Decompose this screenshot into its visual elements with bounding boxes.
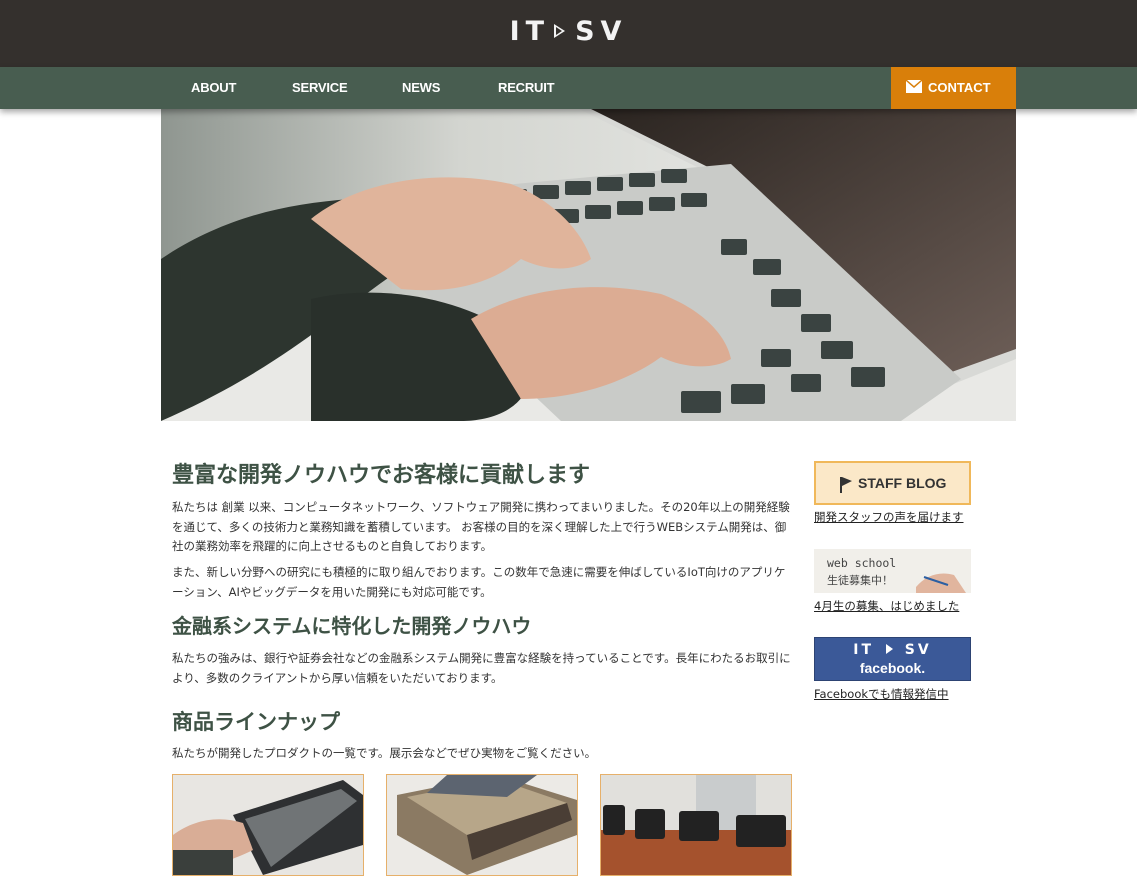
school-line2: 生徒募集中！ [827, 574, 893, 587]
hand-writing-icon [916, 573, 966, 593]
logo-text-right: SV [575, 16, 628, 47]
staff-blog-banner[interactable]: STAFF BLOG [814, 461, 971, 505]
para-research: また、新しい分野への研究にも積極的に取り組んでおります。この数年で急速に需要を伸… [172, 565, 786, 599]
contact-label: CONTACT [928, 80, 991, 95]
books-photo [387, 775, 577, 875]
hero-image [161, 109, 1016, 421]
nav-recruit[interactable]: RECRUIT [498, 67, 555, 109]
site-header: IT SV [0, 0, 1137, 67]
laptop-typing-illustration [161, 109, 1016, 421]
site-logo[interactable]: IT SV [0, 16, 1137, 47]
facebook-banner-logo: IT SV [815, 642, 970, 658]
para-finance: 私たちの強みは、銀行や証券会社などの金融系システム開発に豊富な経験を持っているこ… [172, 651, 791, 685]
staff-blog-link[interactable]: 開発スタッフの声を届けます [814, 509, 964, 525]
play-icon [554, 24, 566, 38]
flag-icon [840, 477, 852, 493]
contact-button[interactable]: CONTACT [891, 67, 1016, 109]
product-thumb-meeting-room[interactable] [600, 774, 792, 876]
facebook-wordmark: facebook. [859, 660, 926, 676]
staff-blog-text: STAFF BLOG [858, 475, 947, 491]
fb-logo-right: SV [904, 642, 932, 658]
tablet-photo [173, 775, 363, 875]
nav-news[interactable]: NEWS [402, 67, 440, 109]
nav-service[interactable]: SERVICE [292, 67, 348, 109]
web-school-banner[interactable]: web school 生徒募集中！ [814, 549, 971, 593]
para-products: 私たちが開発したプロダクトの一覧です。展示会などでぜひ実物をご覧ください。 [172, 746, 597, 760]
para-history: 私たちは 創業 以来、コンピュータネットワーク、ソフトウェア開発に携わってまいり… [172, 500, 790, 553]
facebook-link[interactable]: Facebookでも情報発信中 [814, 686, 949, 702]
nav-about[interactable]: ABOUT [191, 67, 236, 109]
school-line1: web school [827, 556, 897, 570]
heading-products: 商品ラインナップ [172, 710, 340, 734]
mail-icon [906, 80, 922, 93]
play-icon-small [885, 644, 893, 654]
heading-contribution: 豊富な開発ノウハウでお客様に貢献します [172, 463, 591, 488]
facebook-banner[interactable]: IT SV facebook. [814, 637, 971, 681]
product-thumb-books[interactable] [386, 774, 578, 876]
logo-text-left: IT [509, 16, 551, 47]
product-thumb-tablet[interactable] [172, 774, 364, 876]
meeting-room-photo [601, 775, 791, 875]
web-school-link[interactable]: 4月生の募集、はじめました [814, 598, 959, 614]
heading-finance: 金融系システムに特化した開発ノウハウ [172, 614, 532, 638]
main-nav: ABOUT SERVICE NEWS RECRUIT CONTACT [0, 67, 1137, 109]
fb-logo-left: IT [853, 642, 875, 658]
